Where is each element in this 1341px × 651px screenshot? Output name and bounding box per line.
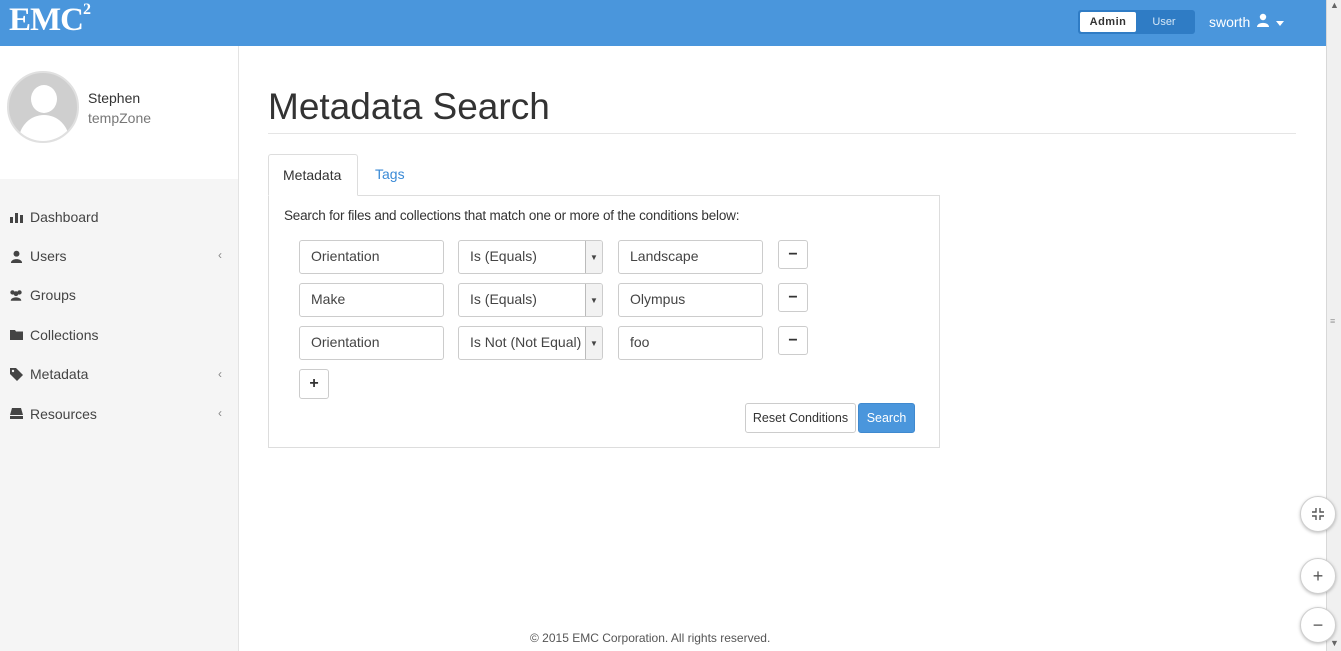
- operator-select[interactable]: Is Not (Not Equal) ▼: [458, 326, 603, 360]
- footer-copyright: © 2015 EMC Corporation. All rights reser…: [530, 631, 771, 645]
- chevron-left-icon: ‹: [218, 248, 222, 263]
- value-input[interactable]: Landscape: [618, 240, 763, 274]
- folder-icon: [9, 328, 23, 342]
- search-description: Search for files and collections that ma…: [284, 208, 740, 223]
- caret-down-icon: ▼: [585, 327, 602, 359]
- chevron-left-icon: ‹: [218, 405, 222, 420]
- attribute-input[interactable]: Make: [299, 283, 444, 317]
- sidebar: Stephen tempZone Dashboard Users ‹ Group…: [0, 46, 239, 651]
- profile-card: Stephen tempZone: [0, 46, 238, 179]
- search-button[interactable]: Search: [858, 403, 915, 433]
- sidebar-item-label: Groups: [30, 287, 76, 304]
- sidebar-item-label: Dashboard: [30, 208, 99, 225]
- drive-icon: [9, 407, 23, 421]
- role-toggle: Admin User: [1078, 10, 1195, 34]
- emc-logo[interactable]: EMC2: [9, 1, 91, 39]
- sidebar-nav: Dashboard Users ‹ Groups Collections Met…: [0, 197, 238, 433]
- caret-down-icon: ▼: [585, 241, 602, 273]
- sidebar-item-groups[interactable]: Groups: [0, 276, 238, 315]
- zoom-out-button[interactable]: −: [1300, 607, 1336, 643]
- remove-condition-button[interactable]: −: [778, 240, 808, 269]
- compress-icon[interactable]: [1300, 496, 1336, 532]
- caret-down-icon: ▼: [585, 284, 602, 316]
- scroll-grip-icon[interactable]: ≡: [1330, 316, 1338, 326]
- search-panel: Search for files and collections that ma…: [268, 195, 940, 448]
- top-bar: EMC2 Admin User sworth: [0, 0, 1326, 46]
- chevron-left-icon: ‹: [218, 366, 222, 381]
- remove-condition-button[interactable]: −: [778, 283, 808, 312]
- tag-icon: [9, 367, 23, 381]
- profile-zone: tempZone: [88, 110, 152, 126]
- scroll-up-icon[interactable]: ▲: [1330, 0, 1339, 10]
- caret-down-icon: [1276, 14, 1285, 30]
- sidebar-item-label: Resources: [30, 405, 97, 422]
- user-icon: [1256, 13, 1270, 30]
- sidebar-item-users[interactable]: Users ‹: [0, 236, 238, 275]
- sidebar-item-collections[interactable]: Collections: [0, 315, 238, 354]
- user-icon: [9, 249, 23, 263]
- profile-name: Stephen: [88, 90, 141, 106]
- sidebar-item-label: Users: [30, 248, 67, 265]
- main-content: Metadata Search Metadata Tags Search for…: [268, 46, 1298, 651]
- value-input[interactable]: Olympus: [618, 283, 763, 317]
- admin-toggle-button[interactable]: Admin: [1080, 12, 1136, 32]
- scroll-down-icon[interactable]: ▼: [1330, 638, 1339, 648]
- value-input[interactable]: foo: [618, 326, 763, 360]
- tab-tags[interactable]: Tags: [361, 154, 419, 196]
- attribute-input[interactable]: Orientation: [299, 240, 444, 274]
- page-title: Metadata Search: [268, 86, 550, 127]
- title-divider: [268, 133, 1296, 134]
- user-toggle-button[interactable]: User: [1136, 12, 1192, 32]
- sidebar-item-metadata[interactable]: Metadata ‹: [0, 355, 238, 394]
- avatar: [7, 71, 79, 143]
- sidebar-item-label: Metadata: [30, 366, 89, 383]
- user-menu[interactable]: sworth: [1209, 13, 1285, 30]
- group-icon: [9, 288, 23, 302]
- sidebar-item-label: Collections: [30, 326, 99, 343]
- reset-conditions-button[interactable]: Reset Conditions: [745, 403, 856, 433]
- sidebar-item-dashboard[interactable]: Dashboard: [0, 197, 238, 236]
- vertical-scrollbar[interactable]: ▲ ≡ ▼: [1326, 0, 1341, 651]
- zoom-in-button[interactable]: +: [1300, 558, 1336, 594]
- bar-chart-icon: [9, 210, 23, 224]
- remove-condition-button[interactable]: −: [778, 326, 808, 355]
- attribute-input[interactable]: Orientation: [299, 326, 444, 360]
- operator-select[interactable]: Is (Equals) ▼: [458, 283, 603, 317]
- sidebar-item-resources[interactable]: Resources ‹: [0, 394, 238, 433]
- tab-metadata[interactable]: Metadata: [268, 154, 358, 196]
- username: sworth: [1209, 13, 1251, 30]
- operator-select[interactable]: Is (Equals) ▼: [458, 240, 603, 274]
- add-condition-button[interactable]: +: [299, 369, 329, 399]
